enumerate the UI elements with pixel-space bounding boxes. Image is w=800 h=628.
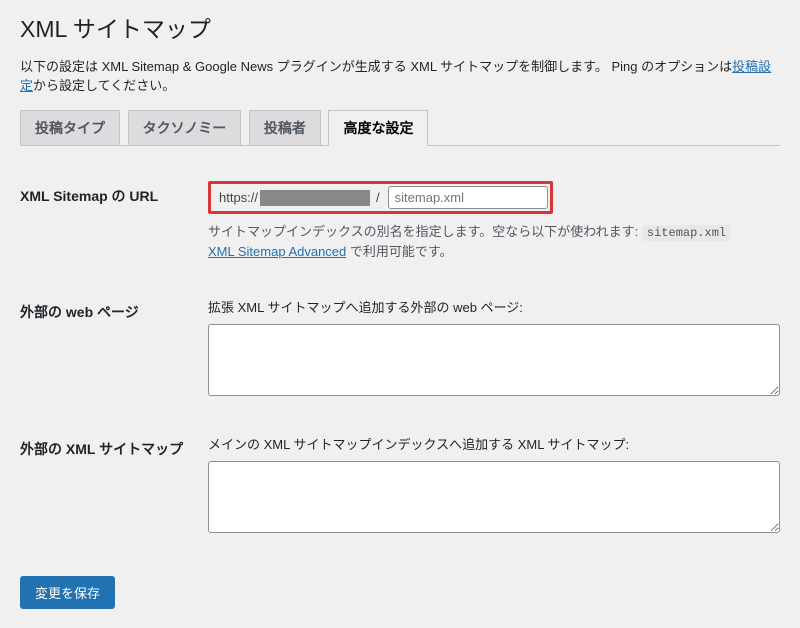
tab-taxonomies[interactable]: タクソノミー — [128, 110, 242, 146]
external-pages-caption: 拡張 XML サイトマップへ追加する外部の web ページ: — [208, 297, 780, 316]
tab-advanced[interactable]: 高度な設定 — [328, 110, 428, 146]
external-pages-label: 外部の web ページ — [20, 282, 208, 419]
tab-post-types[interactable]: 投稿タイプ — [20, 110, 120, 146]
sitemap-url-field-wrap: https:// / — [208, 181, 553, 214]
tab-nav: 投稿タイプ タクソノミー 投稿者 高度な設定 — [20, 110, 780, 146]
sitemap-filename-input[interactable] — [388, 186, 548, 209]
external-pages-textarea[interactable] — [208, 324, 780, 396]
page-description: 以下の設定は XML Sitemap & Google News プラグインが生… — [20, 56, 780, 94]
page-title: XML サイトマップ — [20, 10, 780, 44]
xml-sitemap-advanced-link[interactable]: XML Sitemap Advanced — [208, 244, 346, 259]
page-description-suffix: から設定してください。 — [33, 78, 175, 93]
tab-authors[interactable]: 投稿者 — [249, 110, 321, 146]
url-slash: / — [370, 186, 382, 209]
save-button[interactable]: 変更を保存 — [20, 576, 115, 609]
default-sitemap-code: sitemap.xml — [642, 225, 731, 241]
external-sitemaps-label: 外部の XML サイトマップ — [20, 419, 208, 556]
desc-text-1: サイトマップインデックスの別名を指定します。空なら以下が使われます: — [208, 224, 642, 239]
page-description-text: 以下の設定は XML Sitemap & Google News プラグインが生… — [20, 59, 732, 74]
url-prefix-https: https:// — [213, 186, 260, 209]
url-domain-redacted — [260, 190, 370, 206]
sitemap-url-description: サイトマップインデックスの別名を指定します。空なら以下が使われます: sitem… — [208, 222, 780, 262]
external-sitemaps-caption: メインの XML サイトマップインデックスへ追加する XML サイトマップ: — [208, 434, 780, 453]
submit-row: 変更を保存 — [20, 576, 780, 609]
desc-text-2: で利用可能です。 — [346, 244, 452, 259]
settings-form: XML Sitemap の URL https:// / サイトマップインデック… — [20, 166, 780, 556]
sitemap-url-label: XML Sitemap の URL — [20, 166, 208, 282]
